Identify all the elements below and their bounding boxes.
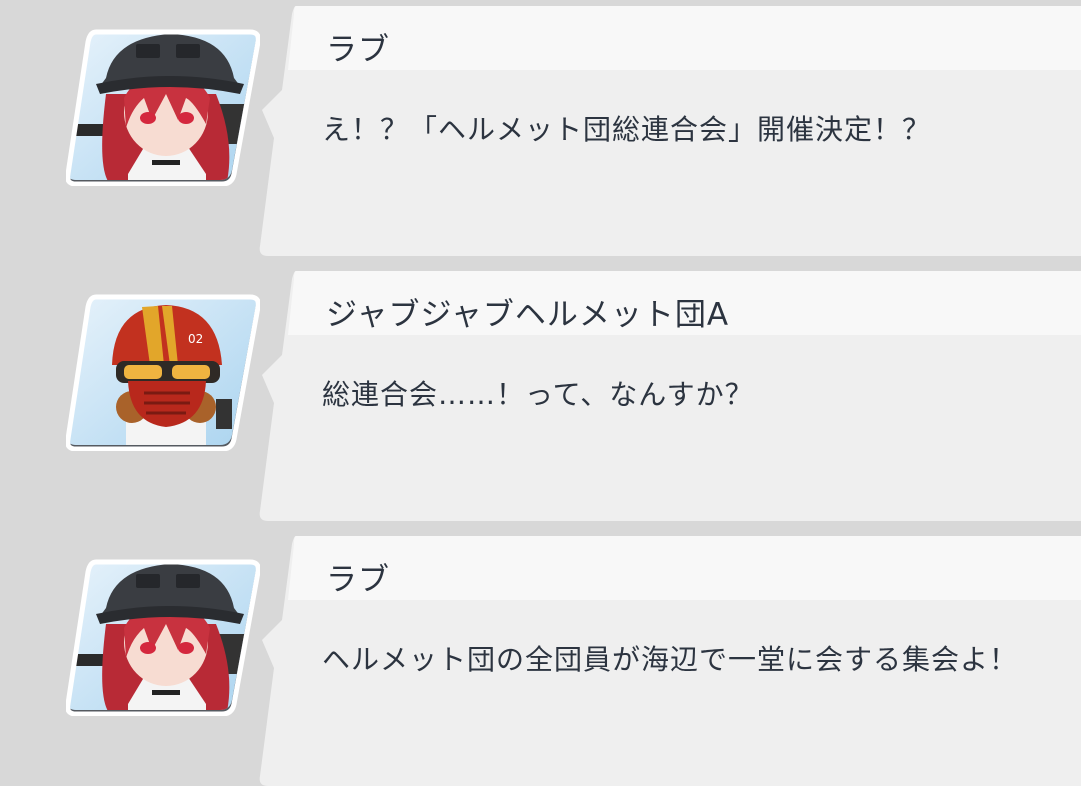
dialogue-message: ジャブジャブヘルメット団A 総連合会……！って、なんすか？ 02 (0, 271, 1081, 521)
red-helmet-gasmask-portrait-icon: 02 (66, 294, 260, 451)
dialogue-text: 総連合会……！って、なんすか？ (322, 378, 754, 411)
svg-text:02: 02 (188, 332, 203, 346)
helmet-girl-black-helmet-portrait-icon (66, 29, 260, 186)
dialogue-message: ラブ ヘルメット団の全団員が海辺で一堂に会する集会よ！ (0, 536, 1081, 786)
dialogue-message: ラブ え！？「ヘルメット団総連合会」開催決定！？ (0, 6, 1081, 256)
speaker-name: ジャブジャブヘルメット団A (326, 297, 730, 333)
speaker-name: ラブ (326, 562, 390, 598)
speaker-name: ラブ (326, 32, 390, 68)
helmet-girl-black-helmet-portrait-icon (66, 559, 260, 716)
dialogue-text: え！？「ヘルメット団総連合会」開催決定！？ (322, 113, 932, 146)
dialogue-text: ヘルメット団の全団員が海辺で一堂に会する集会よ！ (322, 643, 1019, 676)
